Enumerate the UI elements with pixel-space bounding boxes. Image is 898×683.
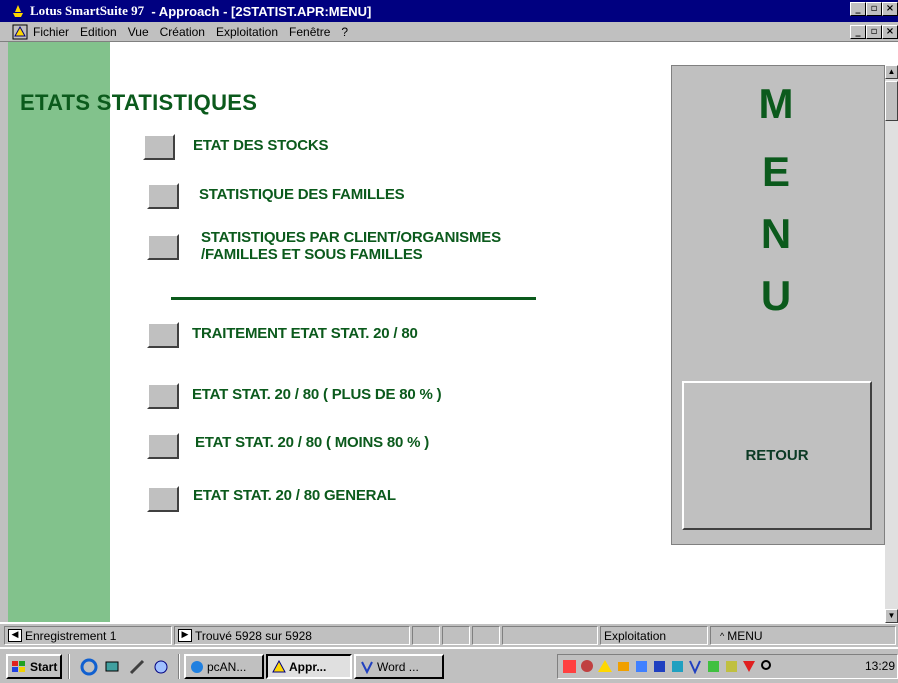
task-word[interactable]: Word ... [354, 654, 444, 679]
scroll-thumb[interactable] [885, 81, 898, 121]
taskbar-separator-2 [178, 654, 180, 679]
menu-fichier[interactable]: Fichier [33, 25, 69, 39]
statistiques-client-label-line2: /FAMILLES ET SOUS FAMILLES [201, 246, 423, 263]
status-record[interactable]: ◀ Enregistrement 1 [4, 626, 172, 645]
status-view-text: MENU [727, 628, 763, 643]
tray-app-icon-9[interactable] [706, 659, 721, 674]
window-title: - Approach - [2STATIST.APR:MENU] [144, 3, 372, 19]
statistiques-client-button[interactable] [147, 234, 179, 260]
tray-app-icon-4[interactable] [616, 659, 631, 674]
task-pcanywhere-label: pcAN... [207, 659, 247, 674]
statistique-familles-button[interactable] [147, 183, 179, 209]
statistiques-client-label-line1: STATISTIQUES PAR CLIENT/ORGANISMES [201, 229, 501, 246]
status-found[interactable]: ▶ Trouvé 5928 sur 5928 [174, 626, 410, 645]
task-word-label: Word ... [377, 659, 419, 674]
menu-creation[interactable]: Création [160, 25, 205, 39]
traitement-stat-label: TRAITEMENT ETAT STAT. 20 / 80 [192, 325, 418, 342]
status-record-text: Enregistrement 1 [25, 628, 117, 643]
stat-plus-80-label: ETAT STAT. 20 / 80 ( PLUS DE 80 % ) [192, 386, 442, 403]
tray-app-icon-1[interactable] [562, 659, 577, 674]
status-cell-empty-4 [502, 626, 598, 645]
lotus-app-icon[interactable] [10, 3, 26, 19]
channel-icon[interactable] [152, 658, 170, 676]
menu-letter-m: M [758, 80, 794, 127]
ie-icon[interactable] [80, 658, 98, 676]
title-bar: Lotus SmartSuite 97 - Approach - [2STATI… [0, 0, 898, 22]
window-app-name: Lotus SmartSuite 97 [30, 3, 145, 18]
task-pcanywhere[interactable]: pcAN... [184, 654, 264, 679]
stat-general-label: ETAT STAT. 20 / 80 GENERAL [193, 487, 396, 504]
status-found-text: Trouvé 5928 sur 5928 [195, 628, 312, 643]
green-side-strip [8, 42, 110, 622]
menu-vue[interactable]: Vue [128, 25, 149, 39]
status-cell-empty-2 [442, 626, 470, 645]
tray-app-icon-8[interactable] [688, 659, 703, 674]
stat-general-button[interactable] [147, 486, 179, 512]
menu-letter-u: U [760, 272, 792, 319]
start-label: Start [30, 659, 58, 674]
status-mode-text: Exploitation [604, 628, 667, 643]
tray-app-icon-6[interactable] [652, 659, 667, 674]
status-view[interactable]: ^ MENU [710, 626, 896, 645]
caret-up-icon: ^ [720, 630, 725, 641]
status-mode[interactable]: Exploitation [600, 626, 708, 645]
taskbar-clock[interactable]: 13:29 [865, 659, 895, 673]
etat-stocks-label: ETAT DES STOCKS [193, 137, 329, 154]
restore-button[interactable]: ▫ [866, 2, 882, 16]
task-approach[interactable]: Appr... [266, 654, 352, 679]
document-window-controls: _ ▫ × [850, 25, 898, 39]
stat-plus-80-button[interactable] [147, 383, 179, 409]
doc-minimize-button[interactable]: _ [850, 25, 866, 39]
taskbar-separator [68, 654, 70, 679]
scroll-up-arrow-icon[interactable]: ▲ [885, 65, 898, 79]
approach-icon [272, 659, 286, 672]
close-button[interactable]: × [882, 2, 898, 16]
status-cell-empty-3 [472, 626, 500, 645]
doc-restore-button[interactable]: ▫ [866, 25, 882, 39]
menu-help[interactable]: ? [341, 25, 348, 39]
tray-app-icon-5[interactable] [634, 659, 649, 674]
status-bar: ◀ Enregistrement 1 ▶ Trouvé 5928 sur 592… [0, 623, 898, 647]
doc-close-button[interactable]: × [882, 25, 898, 39]
tray-app-icon-11[interactable] [742, 659, 757, 674]
menu-exploitation[interactable]: Exploitation [216, 25, 278, 39]
stat-moins-80-button[interactable] [147, 433, 179, 459]
menu-edition[interactable]: Edition [80, 25, 117, 39]
tray-app-icon-12[interactable] [760, 659, 775, 674]
document-icon[interactable] [12, 24, 28, 40]
tray-app-icon-2[interactable] [580, 659, 595, 674]
status-cell-empty-1 [412, 626, 440, 645]
statistiques-client-label: STATISTIQUES PAR CLIENT/ORGANISMES /FAMI… [201, 229, 501, 263]
system-tray: 13:29 [557, 654, 898, 679]
start-button[interactable]: Start [6, 654, 62, 679]
tray-app-icon-10[interactable] [724, 659, 739, 674]
windows-flag-icon [12, 660, 25, 672]
menu-letter-e: E [761, 148, 790, 195]
tray-app-icon-3[interactable] [598, 659, 613, 674]
word-icon [361, 661, 373, 674]
traitement-stat-button[interactable] [147, 322, 179, 348]
menu-fenetre[interactable]: Fenêtre [289, 25, 330, 39]
edit-tool-icon[interactable] [128, 658, 146, 676]
minimize-button[interactable]: _ [850, 2, 866, 16]
stat-moins-80-label: ETAT STAT. 20 / 80 ( MOINS 80 % ) [195, 434, 430, 451]
retour-button[interactable]: RETOUR [682, 381, 872, 530]
taskbar: Start pcAN... Appr... Word ... 13:29 [0, 648, 898, 683]
tray-app-icon-7[interactable] [670, 659, 685, 674]
menu-letter-n: N [760, 210, 792, 257]
record-nav-icon[interactable]: ◀ [8, 629, 22, 642]
pcanywhere-icon [191, 660, 203, 673]
window-controls: _ ▫ × [850, 2, 898, 16]
left-edge [0, 42, 8, 622]
task-approach-label: Appr... [289, 659, 327, 674]
vertical-scrollbar[interactable]: ▲ ▼ [885, 65, 898, 623]
section-divider [171, 297, 536, 300]
scroll-down-arrow-icon[interactable]: ▼ [885, 609, 898, 623]
menu-bar: Fichier Edition Vue Création Exploitatio… [0, 22, 898, 42]
statistique-familles-label: STATISTIQUE DES FAMILLES [199, 186, 405, 203]
etat-stocks-button[interactable] [143, 134, 175, 160]
form-heading: ETATS STATISTIQUES [20, 90, 258, 115]
find-nav-icon[interactable]: ▶ [178, 629, 192, 642]
network-icon[interactable] [104, 658, 122, 676]
